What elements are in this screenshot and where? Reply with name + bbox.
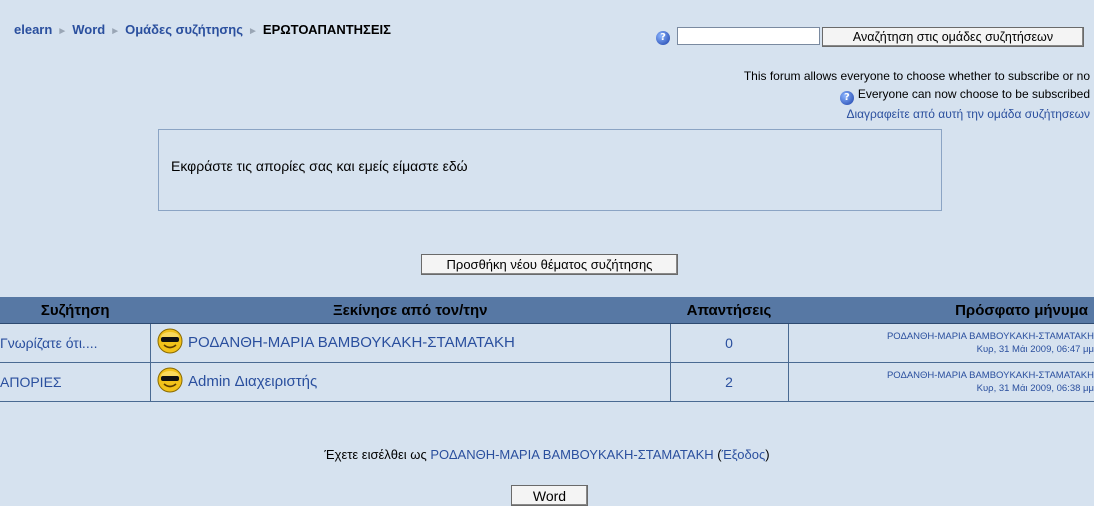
table-header-row: Συζήτηση Ξεκίνησε από τον/την Απαντήσεις…	[0, 297, 1094, 324]
header-started-by: Ξεκίνησε από τον/την	[150, 297, 670, 324]
breadcrumb: elearn ► Word ► Ομάδες συζήτησης ► ΕΡΩΤΟΑΠΑΝΤΗ…	[14, 22, 391, 37]
search-input[interactable]	[677, 27, 820, 45]
last-post-cell: ΡΟΔΑΝΘΗ-ΜΑΡΙΑ ΒΑΜΒΟΥΚΑΚΗ-ΣΤΑΜΑΤΑΚΗ Κυρ, …	[788, 362, 1094, 402]
author-link[interactable]: ΡΟΔΑΝΘΗ-ΜΑΡΙΑ ΒΑΜΒΟΥΚΑΚΗ-ΣΤΑΜΑΤΑΚΗ	[188, 334, 515, 351]
breadcrumb-current: ΕΡΩΤΟΑΠΑΝΤΗΣΕΙΣ	[262, 22, 391, 37]
breadcrumb-elearn[interactable]: elearn	[14, 22, 52, 37]
login-open-paren: (	[713, 447, 722, 462]
unsubscribe-link[interactable]: Διαγραφείτε από αυτή την ομάδα συζήτησεω…	[846, 107, 1090, 121]
login-info: Έχετε εισέλθει ως ΡΟΔΑΝΘΗ-ΜΑΡΙΑ ΒΑΜΒΟΥΚΑ…	[0, 447, 1094, 462]
author-cell: Admin Διαχειριστής	[150, 362, 671, 402]
header-replies: Απαντήσεις	[670, 297, 788, 324]
help-icon[interactable]: ?	[839, 91, 854, 105]
topic-cell: ΑΠΟΡΙΕΣ	[0, 362, 151, 402]
login-prefix: Έχετε εισέλθει ως	[324, 447, 431, 462]
author-link[interactable]: Admin Διαχειριστής	[188, 373, 317, 390]
subscription-status: ? Everyone can now choose to be subscribe…	[670, 85, 1090, 105]
breadcrumb-separator: ►	[57, 26, 68, 37]
subscription-status-text: Everyone can now choose to be subscribed	[857, 87, 1090, 101]
discussion-table: Συζήτηση Ξεκίνησε από τον/την Απαντήσεις…	[0, 297, 1094, 402]
add-topic-button[interactable]: Προσθήκη νέου θέματος συζήτησης	[421, 254, 678, 275]
subscription-info: This forum allows everyone to choose whe…	[670, 67, 1090, 123]
topic-link[interactable]: Γνωρίζατε ότι....	[0, 335, 98, 351]
last-post-author[interactable]: ΡΟΔΑΝΘΗ-ΜΑΡΙΑ ΒΑΜΒΟΥΚΑΚΗ-ΣΤΑΜΑΤΑΚΗ	[887, 370, 1094, 381]
help-icon[interactable]: ?	[656, 31, 670, 45]
header-discussion: Συζήτηση	[0, 297, 151, 324]
last-post-date[interactable]: Κυρ, 31 Μάι 2009, 06:47 μμ	[977, 344, 1094, 355]
table-row: ΑΠΟΡΙΕΣ Admin Διαχειριστής 2 ΡΟΔΑΝΘΗ-ΜΑΡ…	[0, 362, 1094, 402]
logout-link[interactable]: Έξοδος	[722, 447, 766, 462]
breadcrumb-word[interactable]: Word	[72, 22, 105, 37]
breadcrumb-separator: ►	[248, 26, 258, 37]
forum-intro: Εκφράστε τις απορίες σας και εμείς είμασ…	[158, 129, 942, 211]
replies-cell: 2	[670, 362, 789, 402]
forum-intro-text: Εκφράστε τις απορίες σας και εμείς είμασ…	[171, 158, 468, 174]
replies-cell: 0	[670, 323, 789, 363]
header-last-post: Πρόσφατο μήνυμα	[788, 297, 1094, 324]
last-post-author[interactable]: ΡΟΔΑΝΘΗ-ΜΑΡΙΑ ΒΑΜΒΟΥΚΑΚΗ-ΣΤΑΜΑΤΑΚΗ	[887, 331, 1094, 342]
avatar-sunglasses-smiley-icon[interactable]	[157, 367, 183, 397]
last-post-date[interactable]: Κυρ, 31 Μάι 2009, 06:38 μμ	[977, 383, 1094, 394]
table-row: Γνωρίζατε ότι.... ΡΟΔΑΝΘΗ-ΜΑΡΙΑ ΒΑΜΒΟΥΚΑ…	[0, 323, 1094, 363]
replies-link[interactable]: 2	[725, 374, 733, 390]
search-forums-button[interactable]: Αναζήτηση στις ομάδες συζητήσεων	[822, 27, 1084, 47]
breadcrumb-forums[interactable]: Ομάδες συζήτησης	[125, 22, 243, 37]
topic-link[interactable]: ΑΠΟΡΙΕΣ	[0, 374, 62, 390]
author-cell: ΡΟΔΑΝΘΗ-ΜΑΡΙΑ ΒΑΜΒΟΥΚΑΚΗ-ΣΤΑΜΑΤΑΚΗ	[150, 323, 671, 363]
breadcrumb-separator: ►	[110, 26, 121, 37]
last-post-cell: ΡΟΔΑΝΘΗ-ΜΑΡΙΑ ΒΑΜΒΟΥΚΑΚΗ-ΣΤΑΜΑΤΑΚΗ Κυρ, …	[788, 323, 1094, 363]
login-close-paren: )	[765, 447, 770, 462]
course-home-button[interactable]: Word	[511, 485, 588, 506]
topic-cell: Γνωρίζατε ότι....	[0, 323, 151, 363]
avatar-sunglasses-smiley-icon[interactable]	[157, 328, 183, 358]
replies-link[interactable]: 0	[725, 335, 733, 351]
login-user-link[interactable]: ΡΟΔΑΝΘΗ-ΜΑΡΙΑ ΒΑΜΒΟΥΚΑΚΗ-ΣΤΑΜΑΤΑΚΗ	[430, 447, 713, 462]
subscription-description: This forum allows everyone to choose whe…	[743, 69, 1090, 83]
